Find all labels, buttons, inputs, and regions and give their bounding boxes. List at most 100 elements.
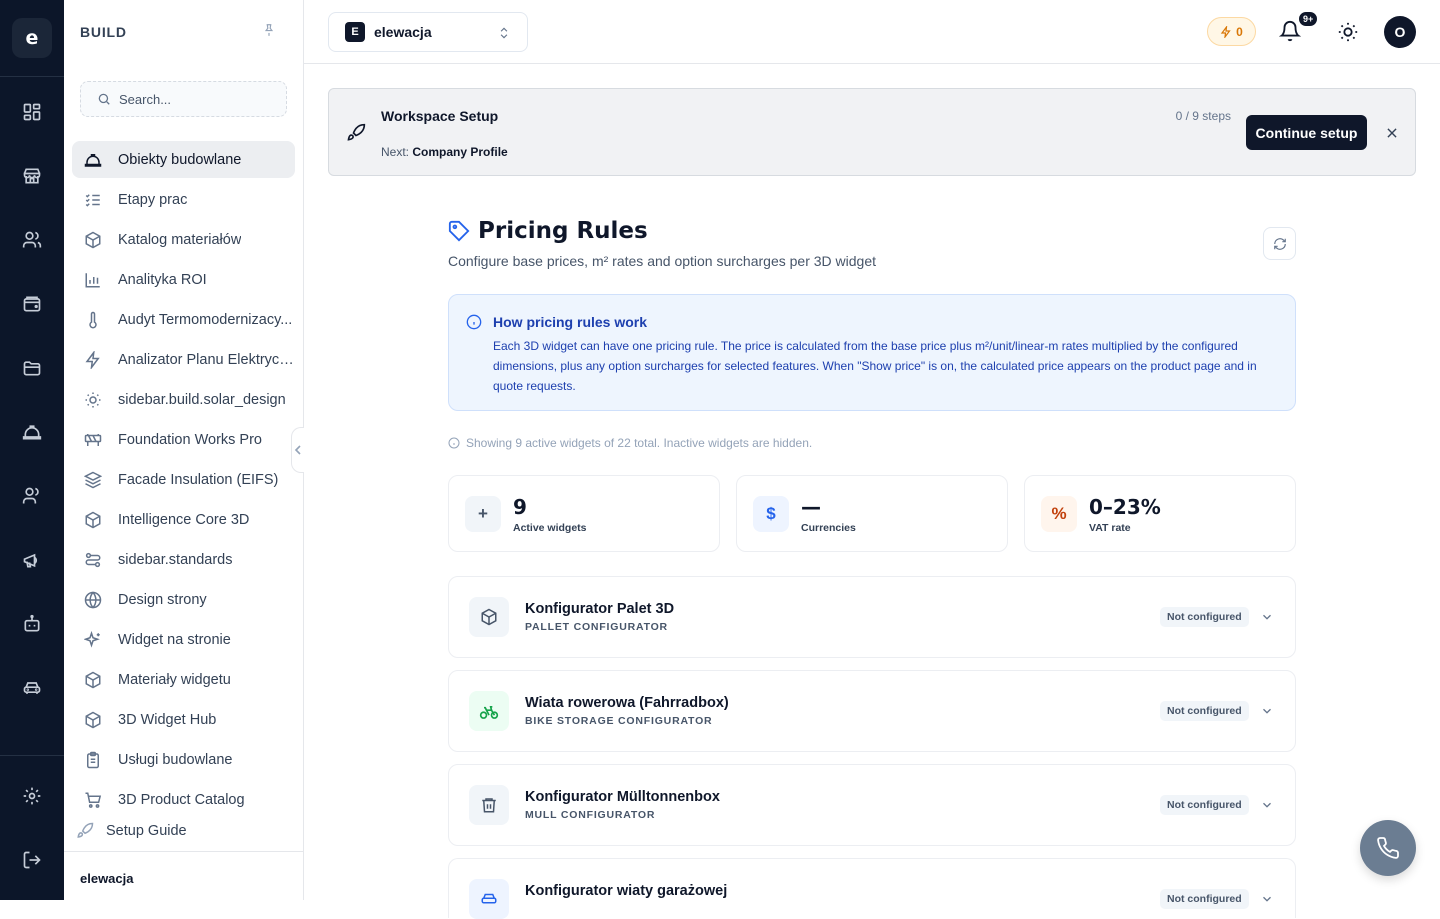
trash-icon	[469, 785, 509, 825]
bike-icon	[469, 691, 509, 731]
sidebar-item-uslugi-budowlane[interactable]: Usługi budowlane	[72, 741, 295, 778]
settings-icon[interactable]	[20, 784, 44, 808]
status-badge: Not configured	[1160, 795, 1249, 815]
sidebar-item-facade-insulation[interactable]: Facade Insulation (EIFS)	[72, 461, 295, 498]
chevron-down-icon[interactable]	[1260, 610, 1274, 624]
sidebar-nav: Obiekty budowlane Etapy prac Katalog mat…	[72, 141, 295, 821]
sidebar-item-3d-product-catalog[interactable]: 3D Product Catalog	[72, 781, 295, 818]
widget-name: Konfigurator Palet 3D	[525, 601, 675, 617]
dashboard-icon[interactable]	[20, 100, 44, 124]
sidebar-item-intelligence-core[interactable]: Intelligence Core 3D	[72, 501, 295, 538]
robot-icon[interactable]	[20, 612, 44, 636]
rail-divider	[0, 755, 64, 756]
stat-card-active-widgets: + 9 Active widgets	[448, 475, 720, 552]
banner-steps-progress: 0 / 9 steps	[1175, 109, 1231, 123]
workspace-name: elewacja	[374, 24, 432, 40]
store-icon[interactable]	[20, 164, 44, 188]
pin-icon[interactable]	[262, 23, 276, 37]
sidebar-item-label: Intelligence Core 3D	[118, 511, 250, 528]
sidebar-item-obiekty-budowlane[interactable]: Obiekty budowlane	[72, 141, 295, 178]
notifications-button[interactable]: 9+	[1279, 10, 1320, 42]
chevron-down-icon[interactable]	[1260, 704, 1274, 718]
sidebar-item-label: Audyt Termomodernizacy...	[118, 311, 293, 328]
setup-guide-link[interactable]: Setup Guide	[76, 822, 187, 840]
info-body: Each 3D widget can have one pricing rule…	[493, 339, 1257, 393]
plus-icon: +	[465, 496, 501, 532]
barrier-icon	[84, 431, 102, 449]
status-badge: Not configured	[1160, 701, 1249, 721]
sidebar-search[interactable]: Search...	[80, 81, 287, 117]
collapse-sidebar-button[interactable]	[291, 427, 304, 473]
sidebar-item-standards[interactable]: sidebar.standards	[72, 541, 295, 578]
sidebar: BUILD Search... Obiekty budowlane Etapy …	[64, 0, 304, 900]
sidebar-item-materialy-widgetu[interactable]: Materiały widgetu	[72, 661, 295, 698]
sidebar-item-label: 3D Widget Hub	[118, 711, 217, 728]
status-badge: Not configured	[1160, 607, 1249, 627]
widget-type: PALLET CONFIGURATOR	[525, 621, 668, 633]
app-logo[interactable]: e	[12, 18, 52, 58]
sidebar-item-label: Obiekty budowlane	[118, 151, 242, 168]
theme-toggle-button[interactable]	[1337, 21, 1359, 43]
sidebar-item-label: Katalog materiałów	[118, 231, 242, 248]
folder-icon[interactable]	[20, 356, 44, 380]
banner-next-step: Next: Company Profile	[381, 145, 508, 159]
wallet-icon[interactable]	[20, 292, 44, 316]
close-icon[interactable]	[1385, 126, 1399, 140]
avatar[interactable]: O	[1384, 16, 1416, 48]
widget-card[interactable]: Konfigurator wiaty garażowej Not configu…	[448, 858, 1296, 919]
sidebar-item-foundation-works[interactable]: Foundation Works Pro	[72, 421, 295, 458]
chevron-down-icon[interactable]	[1260, 798, 1274, 812]
globe-icon	[84, 590, 102, 609]
chevrons-up-down-icon	[497, 25, 511, 41]
widget-type: MULL CONFIGURATOR	[525, 809, 656, 821]
bar-chart-icon	[84, 271, 102, 289]
box-icon	[84, 711, 102, 729]
widget-name: Wiata rowerowa (Fahrradbox)	[525, 695, 729, 711]
sidebar-item-analityka-roi[interactable]: Analityka ROI	[72, 261, 295, 298]
refresh-icon	[1273, 237, 1286, 250]
chevron-down-icon[interactable]	[1260, 892, 1274, 906]
sidebar-item-katalog-materialow[interactable]: Katalog materiałów	[72, 221, 295, 258]
box-icon	[84, 671, 102, 689]
sidebar-item-etapy-prac[interactable]: Etapy prac	[72, 181, 295, 218]
stat-label: VAT rate	[1089, 522, 1131, 534]
call-support-button[interactable]	[1360, 820, 1416, 876]
lightning-icon	[84, 350, 102, 369]
phone-icon	[1377, 837, 1399, 859]
sidebar-item-analizator-planu[interactable]: Analizator Planu Elektrycz...	[72, 341, 295, 378]
search-placeholder: Search...	[119, 91, 172, 107]
sidebar-item-widget-na-stronie[interactable]: Widget na stronie	[72, 621, 295, 658]
sidebar-item-label: Usługi budowlane	[118, 751, 233, 768]
chevron-left-icon	[294, 445, 301, 455]
logout-icon[interactable]	[20, 848, 44, 872]
widget-card[interactable]: Wiata rowerowa (Fahrradbox) BIKE STORAGE…	[448, 670, 1296, 752]
widget-card[interactable]: Konfigurator Mülltonnenbox MULL CONFIGUR…	[448, 764, 1296, 846]
notifications-badge: 9+	[1297, 10, 1320, 28]
helmet-icon[interactable]	[20, 420, 44, 444]
stat-value: 9	[513, 495, 527, 519]
sidebar-item-label: Facade Insulation (EIFS)	[118, 471, 279, 488]
box-icon	[84, 231, 102, 249]
info-icon	[466, 314, 482, 330]
workspace-switcher[interactable]: E elewacja	[328, 12, 528, 52]
sidebar-item-design-strony[interactable]: Design strony	[72, 581, 295, 618]
megaphone-icon[interactable]	[20, 548, 44, 572]
continue-setup-button[interactable]: Continue setup	[1246, 115, 1367, 150]
page-subtitle: Configure base prices, m² rates and opti…	[448, 253, 876, 269]
widget-type: BIKE STORAGE CONFIGURATOR	[525, 715, 713, 727]
sidebar-item-audyt-termomodernizacji[interactable]: Audyt Termomodernizacy...	[72, 301, 295, 338]
stat-label: Currencies	[801, 522, 856, 534]
car-icon[interactable]	[20, 676, 44, 700]
sidebar-item-label: Analityka ROI	[118, 271, 207, 288]
sidebar-item-3d-widget-hub[interactable]: 3D Widget Hub	[72, 701, 295, 738]
users-icon[interactable]	[20, 228, 44, 252]
layers-icon	[84, 471, 102, 489]
credits-badge[interactable]: 0	[1207, 17, 1256, 46]
banner-title: Workspace Setup	[381, 108, 499, 124]
widget-card[interactable]: Konfigurator Palet 3D PALLET CONFIGURATO…	[448, 576, 1296, 658]
sidebar-section-title: BUILD	[80, 24, 127, 40]
search-icon	[97, 92, 111, 106]
refresh-button[interactable]	[1263, 227, 1296, 260]
team-icon[interactable]	[20, 484, 44, 508]
sidebar-item-solar-design[interactable]: sidebar.build.solar_design	[72, 381, 295, 418]
